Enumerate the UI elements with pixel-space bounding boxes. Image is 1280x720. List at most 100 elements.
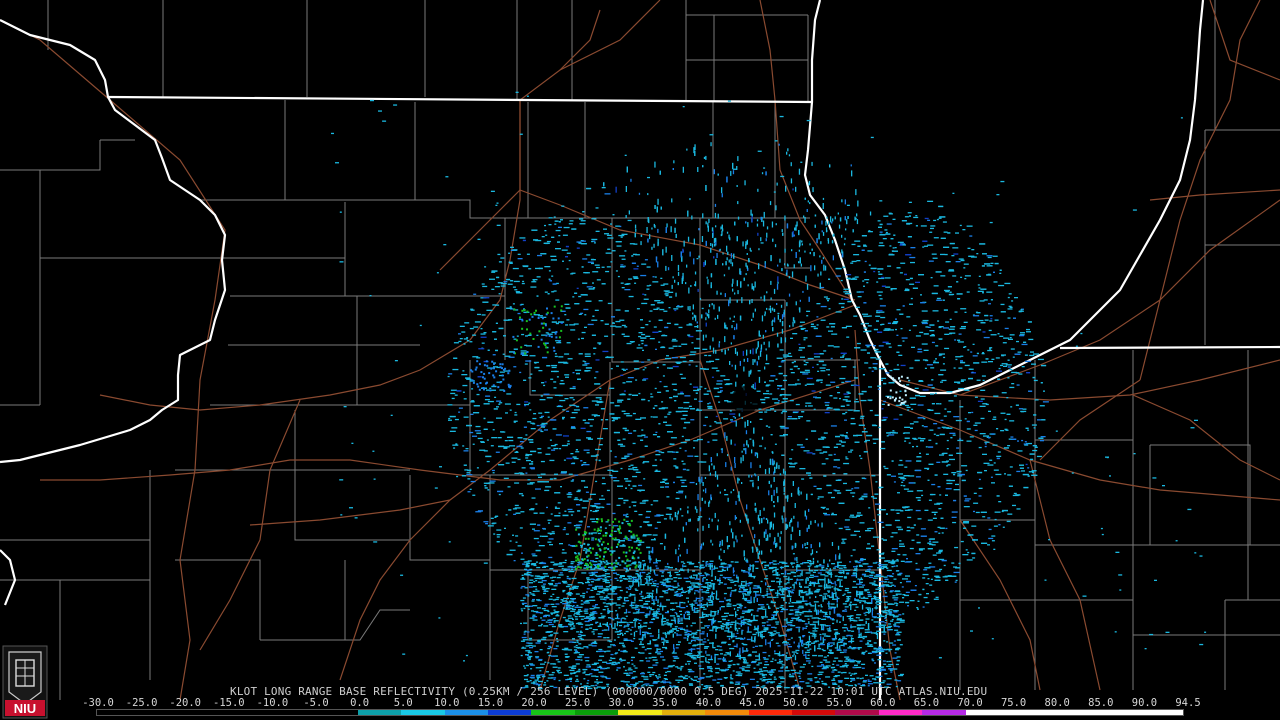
echo-pixel [573,457,579,460]
echo-pixel [693,238,695,245]
echo-pixel [816,303,821,305]
echo-pixel [858,393,864,395]
echo-pixel [628,595,631,597]
echo-pixel [973,510,975,513]
echo-pixel [634,368,640,370]
echo-pixel [568,492,572,494]
echo-pixel [843,288,850,290]
echo-pixel [663,640,669,642]
echo-pixel [752,439,754,443]
echo-pixel [745,241,747,246]
echo-pixel [604,323,609,325]
echo-pixel [472,356,479,358]
echo-pixel [1034,399,1039,401]
echo-pixel [993,469,999,471]
echo-pixel [936,297,941,300]
echo-pixel [602,350,609,353]
echo-pixel [1040,440,1044,442]
echo-pixel [904,437,910,439]
echo-pixel [595,230,600,232]
echo-pixel [601,401,604,403]
echo-pixel [910,403,917,405]
echo-pixel [793,264,795,269]
echo-pixel [806,452,813,454]
echo-pixel [1021,343,1028,346]
echo-pixel [823,512,827,515]
echo-pixel [920,440,924,442]
echo-pixel [470,480,476,483]
echo-pixel [961,326,966,328]
echo-pixel [550,513,553,515]
echo-pixel [790,562,796,564]
echo-pixel [650,396,654,398]
echo-pixel [920,438,926,440]
echo-pixel [693,440,699,442]
echo-pixel [902,597,905,599]
echo-pixel [877,309,883,312]
echo-pixel [885,231,888,234]
echo-pixel [876,599,881,601]
echo-pixel [867,330,872,332]
echo-pixel [580,460,583,462]
echo-pixel [525,360,532,362]
echo-pixel [765,330,767,333]
echo-pixel [708,354,712,357]
echo-pixel [497,282,503,284]
echo-pixel [515,541,518,543]
echo-pixel [736,236,738,242]
echo-pixel [563,435,569,437]
echo-pixel [448,419,452,421]
echo-pixel [850,492,856,494]
echo-pixel [828,454,833,456]
echo-pixel [574,292,578,294]
echo-pixel [798,416,803,418]
echo-pixel [661,335,668,337]
echo-pixel [1017,351,1022,353]
echo-pixel [715,258,717,265]
echo-pixel [799,257,801,264]
echo-pixel [529,441,534,443]
echo-pixel [564,374,570,376]
echo-pixel [841,306,845,308]
echo-pixel [657,391,662,393]
echo-pixel [756,219,759,222]
echo-pixel [548,522,550,524]
echo-pixel [921,321,928,323]
echo-pixel [962,554,969,556]
echo-pixel [684,421,691,424]
echo-pixel [553,381,557,383]
echo-pixel [755,348,757,354]
echo-pixel [933,219,937,222]
echo-pixel [860,497,863,499]
echo-pixel [609,474,613,477]
echo-pixel [569,397,574,399]
echo-pixel [676,491,679,494]
echo-pixel [883,215,889,217]
echo-pixel [946,448,949,450]
echo-pixel [841,542,846,544]
echo-pixel [508,509,512,511]
echo-pixel [958,473,965,476]
echo-pixel [701,236,704,242]
echo-pixel [595,371,599,373]
echo-pixel [606,266,611,268]
echo-pixel [767,519,769,524]
echo-pixel [976,352,979,355]
echo-pixel [575,439,581,441]
echo-pixel [582,500,589,502]
echo-pixel [806,209,808,212]
echo-pixel [808,508,810,512]
echo-pixel [892,432,898,434]
echo-pixel [824,577,826,584]
echo-pixel [954,581,957,583]
echo-pixel [781,328,784,334]
echo-pixel [497,437,502,439]
echo-pixel [981,265,985,267]
echo-pixel [558,235,561,237]
echo-pixel [980,288,987,290]
echo-pixel [624,478,629,480]
echo-pixel [867,352,870,354]
echo-pixel [873,328,878,331]
echo-pixel [669,296,673,298]
echo-pixel [784,337,787,343]
